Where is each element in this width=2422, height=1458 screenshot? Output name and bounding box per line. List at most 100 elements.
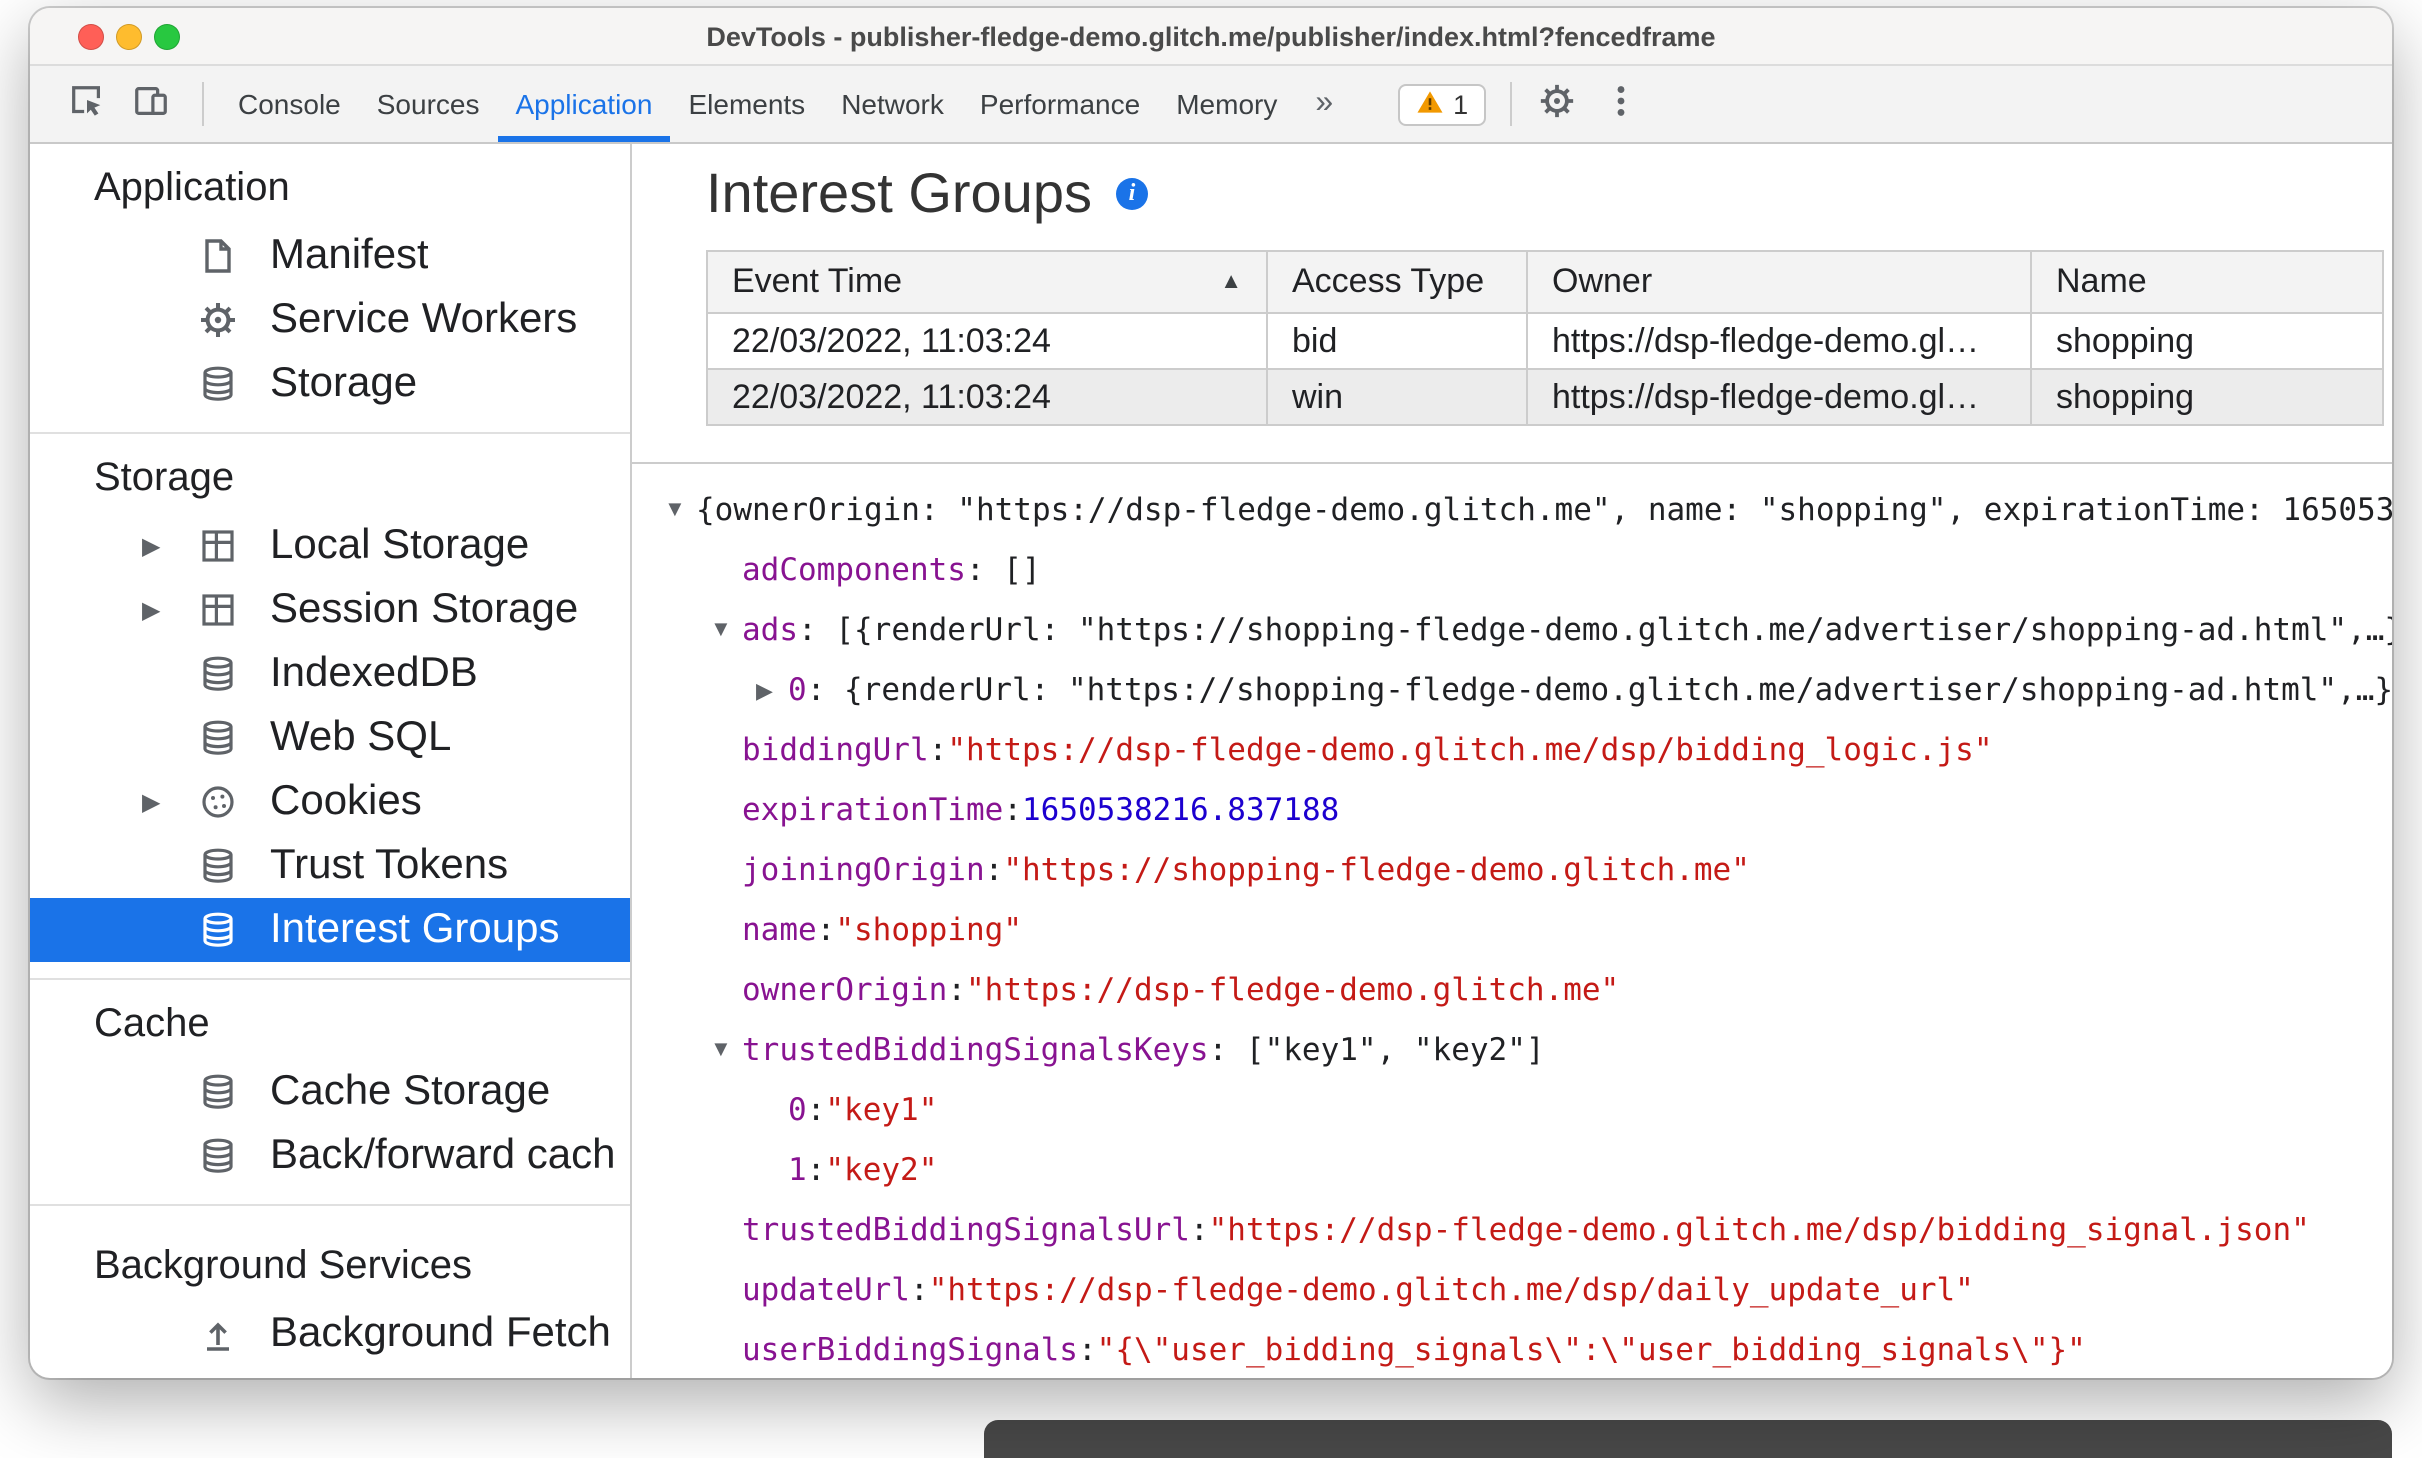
column-label: Name <box>2056 262 2147 300</box>
database-icon <box>198 1072 238 1112</box>
tree-line[interactable]: expirationTime: 1650538216.837188 <box>664 780 2392 840</box>
panel-tabs: Console Sources Application Elements Network… <box>220 66 1295 142</box>
column-label: Access Type <box>1292 262 1485 300</box>
sidebar-item-label: Back/forward cach <box>270 1132 616 1178</box>
section-header-storage: Storage <box>94 456 235 500</box>
tree-line[interactable]: trustedBiddingSignalsUrl: "https://dsp-f… <box>664 1200 2392 1260</box>
background-window-edge <box>984 1420 2392 1458</box>
sidebar-item-trust-tokens[interactable]: Trust Tokens <box>30 834 630 898</box>
info-icon[interactable]: i <box>1115 177 1148 209</box>
tree-line[interactable]: joiningOrigin: "https://shopping-fledge-… <box>664 840 2392 900</box>
warnings-badge[interactable]: 1 <box>1397 83 1487 125</box>
expander-icon[interactable]: ▶ <box>126 596 198 624</box>
access-type-cell: bid <box>1266 312 1528 370</box>
preview-text: : {renderUrl: "https://shopping-fledge-d… <box>806 672 2392 708</box>
preview-text: : <box>1003 792 1022 828</box>
preview-text: : <box>928 732 948 768</box>
table-row[interactable]: 22/03/2022, 11:03:24 win https://dsp-fledg… <box>706 368 2384 426</box>
sidebar-item-manifest[interactable]: Manifest <box>30 224 630 288</box>
column-header-event-time[interactable]: Event Time ▲ <box>706 250 1268 314</box>
tab-application[interactable]: Application <box>497 66 670 142</box>
preview-text: : <box>1077 1332 1097 1368</box>
sidebar-item-session-storage[interactable]: ▶ Session Storage <box>30 578 630 642</box>
property-name: 1 <box>788 1152 807 1188</box>
settings-button[interactable] <box>1528 76 1584 132</box>
tree-line[interactable]: 1: "key2" <box>664 1140 2392 1200</box>
tree-line[interactable]: adComponents: [] <box>664 540 2392 600</box>
tab-console[interactable]: Console <box>220 66 359 142</box>
tab-performance[interactable]: Performance <box>962 66 1158 142</box>
preview-text: : <box>910 1272 929 1308</box>
number-value: 1650538216.837188 <box>1022 792 1340 828</box>
column-header-access-type[interactable]: Access Type <box>1266 250 1528 314</box>
tree-expander-icon[interactable]: ▼ <box>710 618 742 642</box>
sidebar-item-storage[interactable]: Storage <box>30 352 630 416</box>
string-value: "shopping" <box>835 912 1022 948</box>
database-icon <box>198 910 238 950</box>
tab-network[interactable]: Network <box>823 66 962 142</box>
tree-line[interactable]: name: "shopping" <box>664 900 2392 960</box>
tab-elements[interactable]: Elements <box>670 66 823 142</box>
tree-expander-icon[interactable]: ▶ <box>756 677 788 703</box>
sidebar-item-label: Cache Storage <box>270 1068 551 1114</box>
preview-text: : <box>947 972 966 1008</box>
table-row[interactable]: 22/03/2022, 11:03:24 bid https://dsp-fledg… <box>706 312 2384 370</box>
window-titlebar: DevTools - publisher-fledge-demo.glitch.… <box>30 8 2392 66</box>
sidebar-item-indexeddb[interactable]: IndexedDB <box>30 642 630 706</box>
sidebar-section-storage: Storage ▶ Local Storage ▶ Session Storage Ind… <box>30 434 630 980</box>
device-toolbar-button[interactable] <box>122 76 178 132</box>
property-name: expirationTime <box>742 792 1004 828</box>
event-time-cell: 22/03/2022, 11:03:24 <box>706 368 1268 426</box>
string-value: "https://dsp-fledge-demo.glitch.me/dsp/b… <box>947 732 1993 768</box>
sidebar-item-web-sql[interactable]: Web SQL <box>30 706 630 770</box>
sidebar-item-interest-groups[interactable]: Interest Groups <box>30 898 630 962</box>
gear-icon <box>198 300 238 340</box>
inspect-element-button[interactable] <box>58 76 114 132</box>
owner-cell: https://dsp-fledge-demo.gl… <box>1526 312 2032 370</box>
close-button[interactable] <box>78 23 104 49</box>
tree-line[interactable]: updateUrl: "https://dsp-fledge-demo.glit… <box>664 1260 2392 1320</box>
sidebar-item-cache-storage[interactable]: Cache Storage <box>30 1060 630 1124</box>
column-label: Owner <box>1552 262 1653 300</box>
sidebar-item-cookies[interactable]: ▶ Cookies <box>30 770 630 834</box>
section-header-background-services: Background Services <box>94 1244 472 1288</box>
maximize-button[interactable] <box>154 23 180 49</box>
expander-icon[interactable]: ▶ <box>126 532 198 560</box>
sidebar-item-label: Manifest <box>270 232 429 278</box>
column-header-owner[interactable]: Owner <box>1526 250 2032 314</box>
tree-line[interactable]: ownerOrigin: "https://dsp-fledge-demo.gl… <box>664 960 2392 1020</box>
tab-sources[interactable]: Sources <box>359 66 498 142</box>
tree-line[interactable]: userBiddingSignals: "{\"user_bidding_sig… <box>664 1320 2392 1378</box>
preview-text: : <box>806 1092 826 1128</box>
tree-line[interactable]: ▼ ads: [{renderUrl: "https://shopping-fle… <box>664 600 2392 660</box>
property-name: joiningOrigin <box>742 852 985 888</box>
expander-icon[interactable]: ▶ <box>126 788 198 816</box>
column-header-name[interactable]: Name <box>2030 250 2384 314</box>
page-title: Interest Groups <box>706 162 1092 224</box>
sidebar-item-background-fetch[interactable]: Background Fetch <box>30 1302 630 1366</box>
sidebar-item-local-storage[interactable]: ▶ Local Storage <box>30 514 630 578</box>
inspect-icon <box>67 82 105 126</box>
preview-text: {ownerOrigin: "https://dsp-fledge-demo.g… <box>696 492 2392 528</box>
tree-line[interactable]: 0: "key1" <box>664 1080 2392 1140</box>
sidebar-item-service-workers[interactable]: Service Workers <box>30 288 630 352</box>
name-cell: shopping <box>2030 368 2384 426</box>
tree-line[interactable]: biddingUrl: "https://dsp-fledge-demo.gli… <box>664 720 2392 780</box>
more-panels-button[interactable]: » <box>1295 86 1353 122</box>
device-toolbar-icon <box>131 82 169 126</box>
tab-memory[interactable]: Memory <box>1158 66 1295 142</box>
tree-line[interactable]: ▶ 0: {renderUrl: "https://shopping-fledge… <box>664 660 2392 720</box>
more-options-button[interactable] <box>1592 76 1648 132</box>
tree-expander-icon[interactable]: ▼ <box>710 1038 742 1062</box>
property-name: adComponents <box>742 552 966 588</box>
database-icon <box>198 718 238 758</box>
tree-line[interactable]: ▼ trustedBiddingSignalsKeys: ["key1", "ke… <box>664 1020 2392 1080</box>
preview-text: : <box>984 852 1004 888</box>
minimize-button[interactable] <box>116 23 142 49</box>
sidebar-item-label: Cookies <box>270 778 422 824</box>
tree-expander-icon[interactable]: ▼ <box>664 498 696 522</box>
tree-line[interactable]: ▼ {ownerOrigin: "https://dsp-fledge-demo.… <box>664 480 2392 540</box>
toolbar-divider <box>202 82 204 126</box>
sidebar-item-back-forward-cach[interactable]: Back/forward cach <box>30 1124 630 1188</box>
sidebar-section-cache: Cache Cache Storage Back/forward cach <box>30 980 630 1206</box>
